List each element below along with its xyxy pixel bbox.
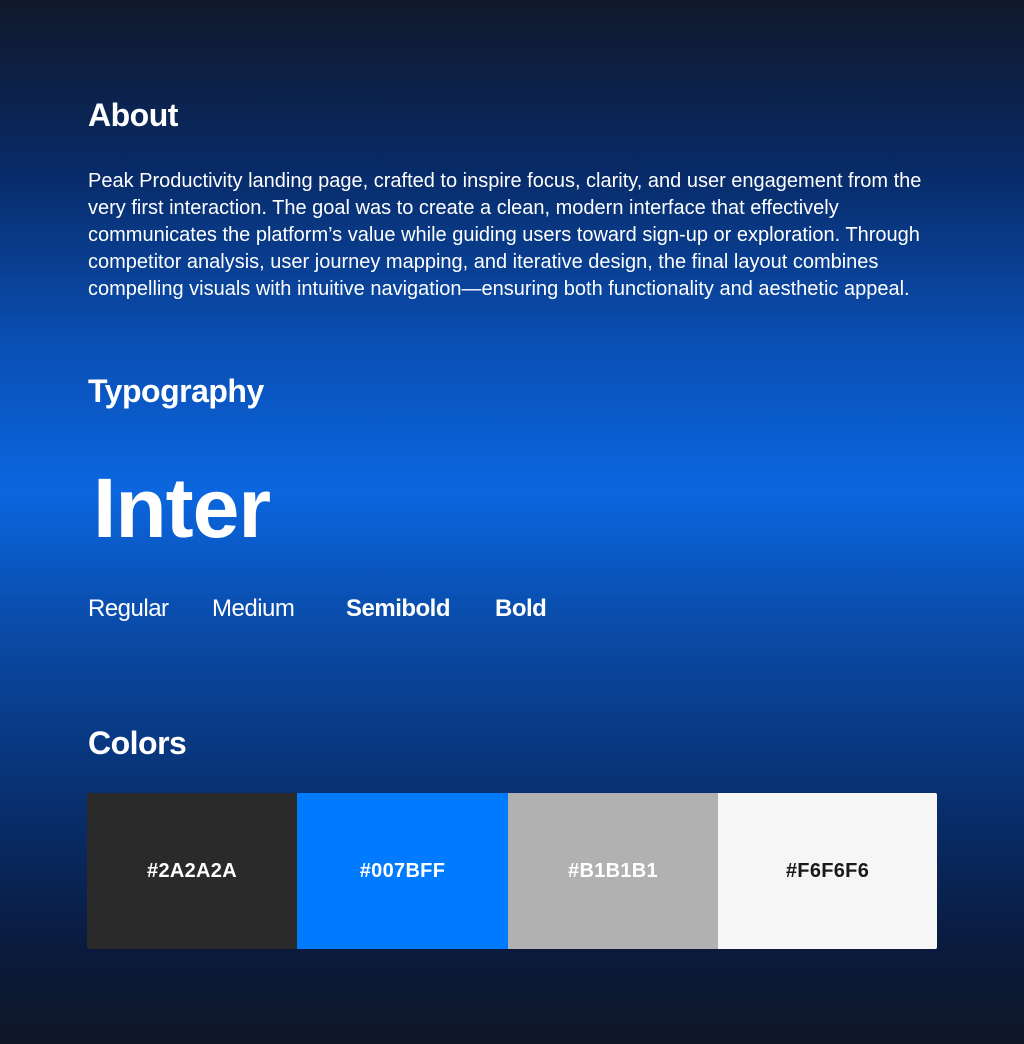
color-swatch-label: #007BFF [359, 859, 446, 882]
font-weight-bold: Bold [495, 595, 547, 622]
font-weight-medium: Medium [212, 595, 295, 622]
colors-heading: Colors [88, 725, 187, 761]
typography-heading: Typography [88, 373, 264, 409]
font-name-sample: Inter [93, 461, 271, 555]
font-weight-semibold: Semibold [346, 595, 451, 622]
color-palette: #2A2A2A #007BFF #B1B1B1 #F6F6F6 [87, 793, 937, 949]
style-guide-page: About Peak Productivity landing page, cr… [0, 0, 1024, 1044]
about-description: Peak Productivity landing page, crafted … [88, 170, 922, 300]
font-weights-list: Regular Medium Semibold Bold [88, 595, 547, 622]
color-swatch: #B1B1B1 [508, 793, 718, 949]
color-swatch: #007BFF [297, 793, 508, 949]
about-heading: About [88, 97, 178, 133]
font-weight-regular: Regular [88, 595, 169, 622]
color-swatch-label: #2A2A2A [147, 859, 237, 882]
color-swatch: #2A2A2A [87, 793, 297, 949]
color-swatch: #F6F6F6 [718, 793, 937, 949]
color-swatch-label: #F6F6F6 [785, 859, 870, 882]
color-swatch-label: #B1B1B1 [568, 859, 658, 882]
